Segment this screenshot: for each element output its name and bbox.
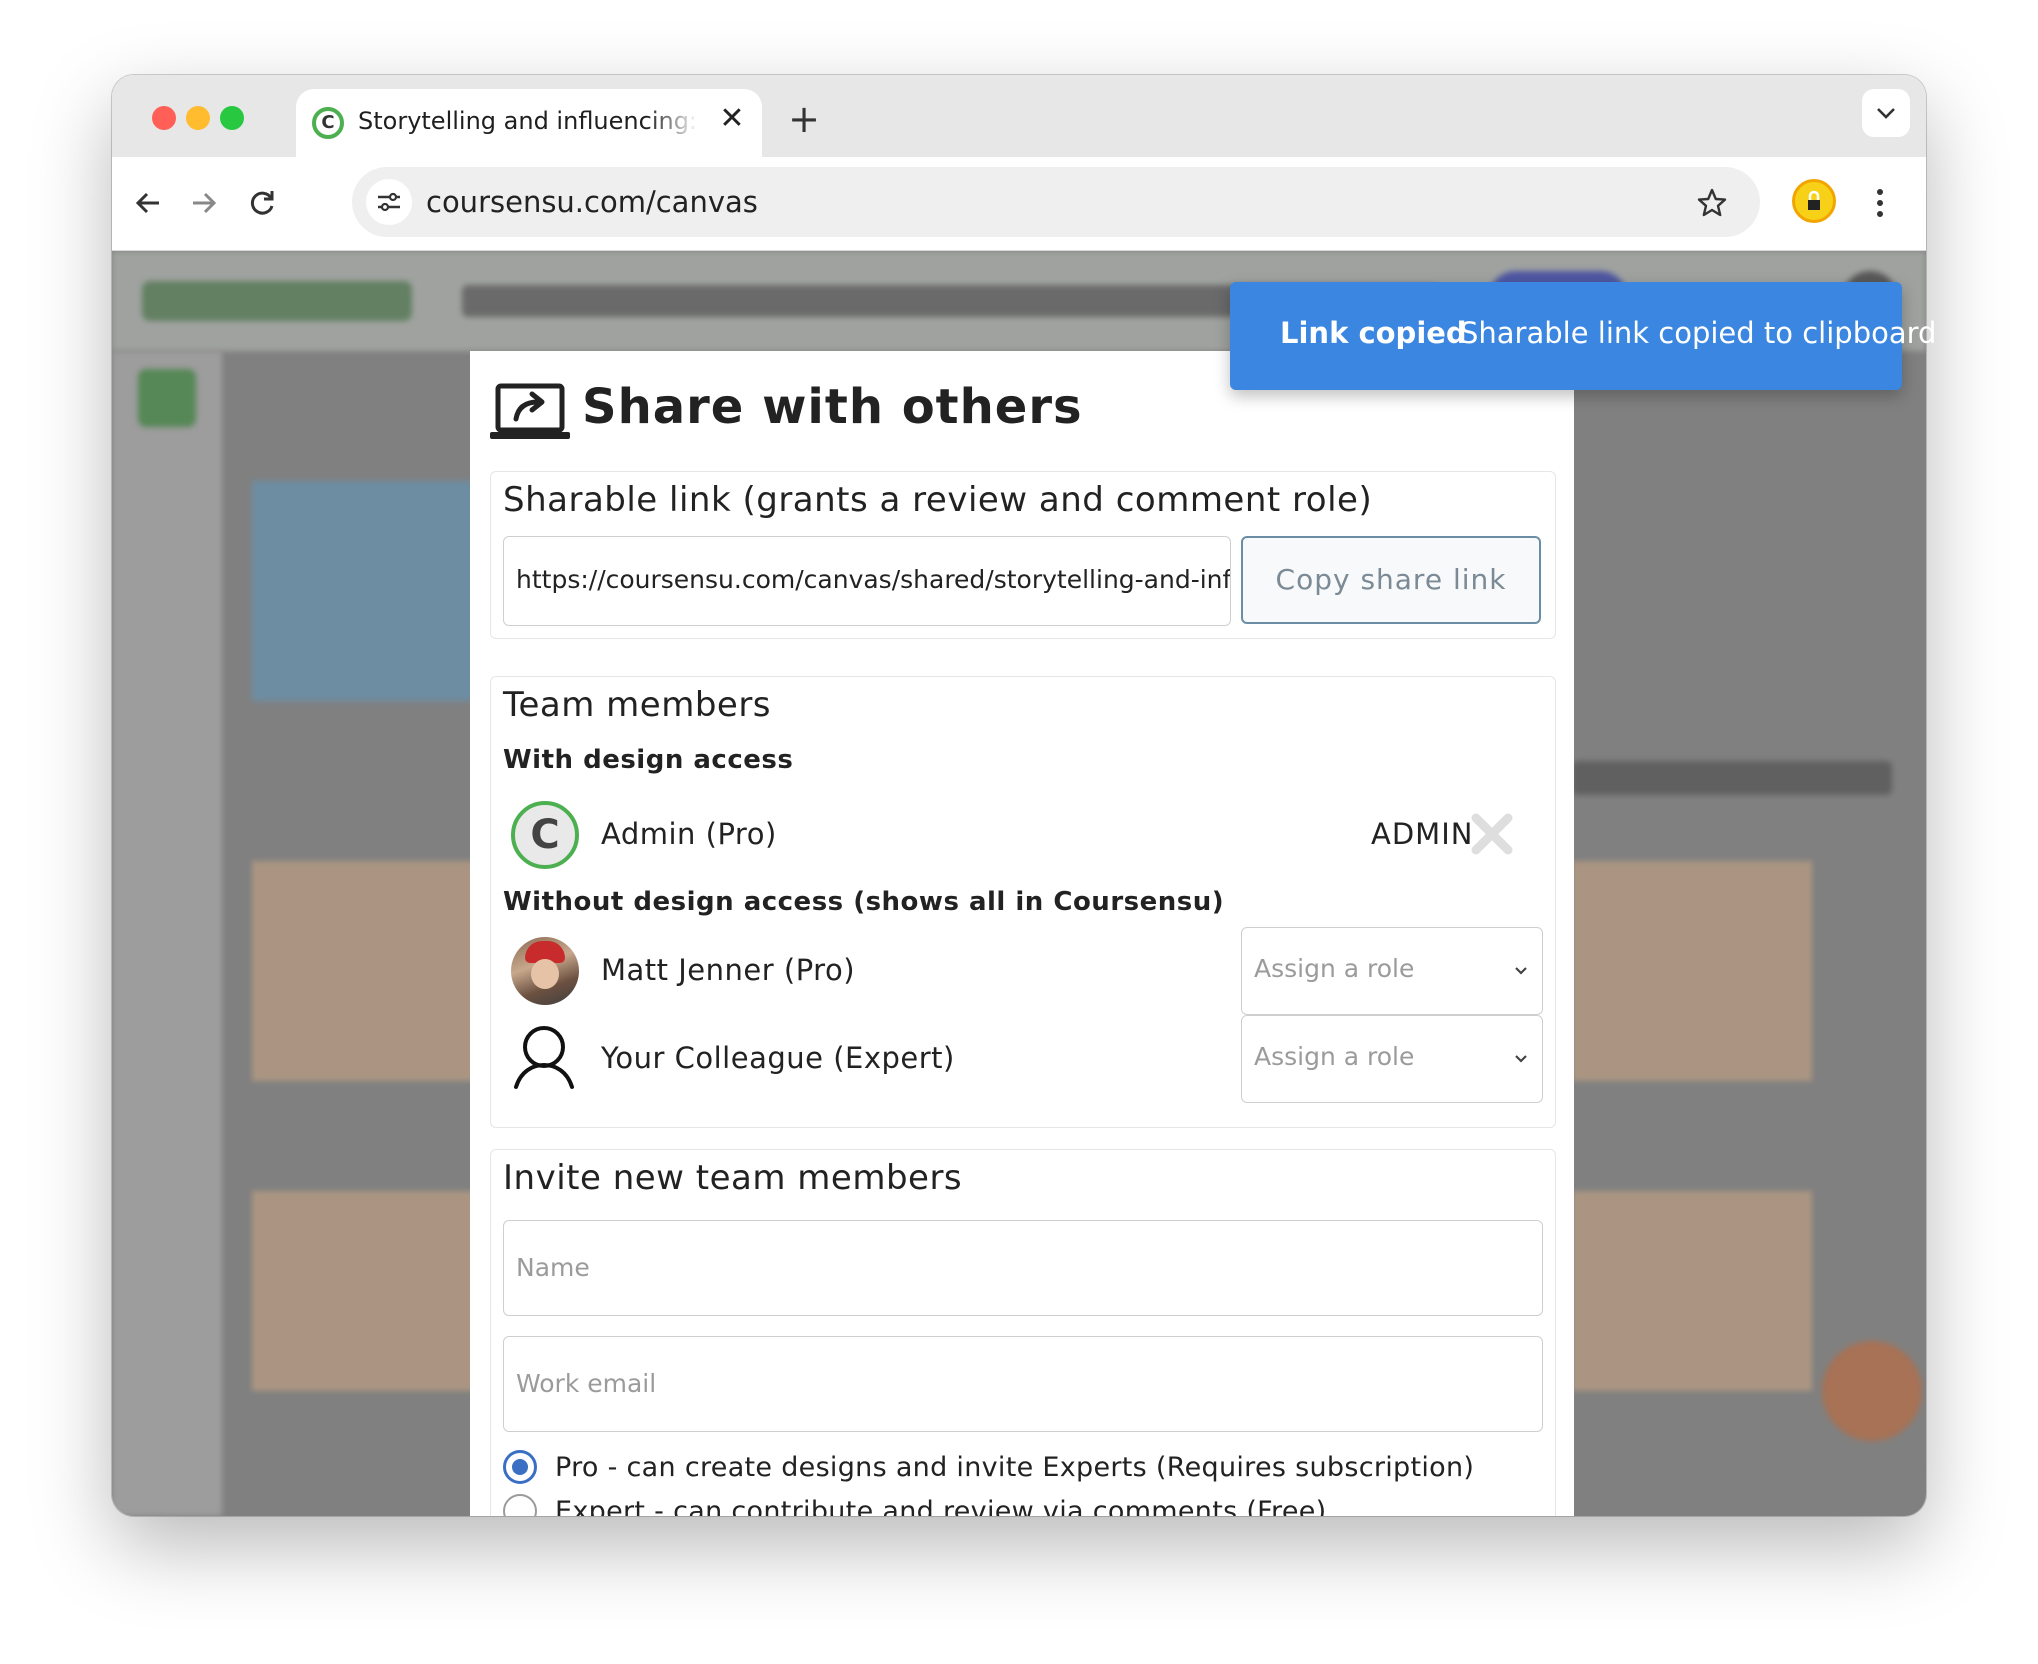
- new-tab-button[interactable]: +: [782, 97, 826, 141]
- tab-close-icon[interactable]: ✕: [714, 99, 750, 139]
- forward-arrow-icon: [193, 192, 217, 214]
- radio-option-expert[interactable]: Expert - can contribute and review via c…: [503, 1492, 1543, 1516]
- browser-menu-button[interactable]: [1860, 175, 1900, 231]
- chevron-down-icon: [1877, 108, 1895, 119]
- radio-label: Expert - can contribute and review via c…: [555, 1496, 1327, 1516]
- reload-button[interactable]: [234, 175, 290, 231]
- address-bar[interactable]: coursensu.com/canvas: [352, 167, 1760, 237]
- share-link-input[interactable]: https://coursensu.com/canvas/shared/stor…: [503, 536, 1231, 626]
- chevron-down-icon: [1515, 967, 1527, 975]
- remove-member-icon[interactable]: [1471, 813, 1513, 855]
- admin-avatar: C: [511, 801, 579, 869]
- without-design-access-heading: Without design access (shows all in Cour…: [503, 887, 1225, 917]
- page-content: Share with others Sharable link (grants …: [112, 251, 1926, 1516]
- sharable-link-heading: Sharable link (grants a review and comme…: [503, 480, 1373, 520]
- assign-role-select[interactable]: Assign a role: [1241, 927, 1543, 1015]
- member-name: Matt Jenner (Pro): [601, 953, 856, 987]
- tune-icon: [378, 192, 400, 212]
- admin-avatar-letter: C: [530, 812, 560, 858]
- back-button[interactable]: [120, 175, 176, 231]
- browser-tab[interactable]: C Storytelling and influencing: Communic…: [296, 89, 762, 157]
- tab-title: Storytelling and influencing: Communicat…: [358, 107, 698, 135]
- with-design-access-heading: With design access: [503, 745, 794, 775]
- radio-button[interactable]: [503, 1494, 537, 1516]
- face-shape: [531, 959, 559, 989]
- profile-avatar[interactable]: [1792, 179, 1836, 223]
- member-row: Your Colleague (Expert) Assign a role: [491, 1015, 1555, 1103]
- assign-role-placeholder: Assign a role: [1254, 1042, 1415, 1071]
- team-members-heading: Team members: [503, 685, 772, 725]
- close-window-button[interactable]: [152, 106, 176, 130]
- zoom-window-button[interactable]: [220, 106, 244, 130]
- coursensu-favicon-icon: C: [312, 107, 344, 139]
- share-screen-icon: [490, 383, 570, 439]
- admin-role: ADMIN: [1371, 817, 1474, 851]
- reload-icon: [250, 191, 274, 215]
- radio-button[interactable]: [503, 1450, 537, 1484]
- member-photo-avatar: [511, 937, 579, 1005]
- member-name: Your Colleague (Expert): [601, 1041, 955, 1075]
- lock-icon: [1808, 190, 1820, 210]
- toast-title: Link copied: [1280, 316, 1467, 350]
- modal-title: Share with others: [582, 379, 1083, 435]
- bookmark-star-icon[interactable]: [1688, 179, 1736, 227]
- work-email-placeholder: Work email: [516, 1369, 657, 1398]
- chevron-down-icon: [1515, 1055, 1527, 1063]
- name-placeholder: Name: [516, 1253, 590, 1282]
- copy-share-link-button[interactable]: Copy share link: [1241, 536, 1541, 624]
- back-arrow-icon: [135, 192, 159, 214]
- title-bar: C Storytelling and influencing: Communic…: [112, 75, 1926, 157]
- browser-toolbar: coursensu.com/canvas: [112, 157, 1926, 251]
- radio-option-pro[interactable]: Pro - can create designs and invite Expe…: [503, 1448, 1543, 1488]
- star-icon: [1697, 188, 1727, 217]
- invite-heading: Invite new team members: [503, 1158, 963, 1198]
- tab-search-button[interactable]: [1862, 89, 1910, 137]
- user-outline-icon: [514, 1026, 574, 1089]
- member-row: Matt Jenner (Pro) Assign a role: [491, 927, 1555, 1015]
- kebab-menu-icon: [1877, 189, 1883, 217]
- toast-message: Sharable link copied to clipboard: [1460, 316, 1937, 350]
- site-info-button[interactable]: [366, 179, 412, 225]
- assign-role-select[interactable]: Assign a role: [1241, 1015, 1543, 1103]
- share-modal: Share with others Sharable link (grants …: [470, 351, 1574, 1516]
- invite-panel: Invite new team members Name Work email …: [490, 1149, 1556, 1516]
- name-input[interactable]: Name: [503, 1220, 1543, 1316]
- url-text[interactable]: coursensu.com/canvas: [426, 185, 758, 219]
- admin-name: Admin (Pro): [601, 817, 777, 851]
- work-email-input[interactable]: Work email: [503, 1336, 1543, 1432]
- forward-button[interactable]: [176, 175, 232, 231]
- share-link-value: https://coursensu.com/canvas/shared/stor…: [516, 565, 1231, 594]
- team-members-panel: Team members With design access C Admin …: [490, 676, 1556, 1128]
- minimize-window-button[interactable]: [186, 106, 210, 130]
- sharable-link-panel: Sharable link (grants a review and comme…: [490, 471, 1556, 639]
- link-copied-toast: Link copied Sharable link copied to clip…: [1230, 282, 1936, 390]
- assign-role-placeholder: Assign a role: [1254, 954, 1415, 983]
- radio-dot: [512, 1459, 528, 1475]
- radio-label: Pro - can create designs and invite Expe…: [555, 1452, 1475, 1483]
